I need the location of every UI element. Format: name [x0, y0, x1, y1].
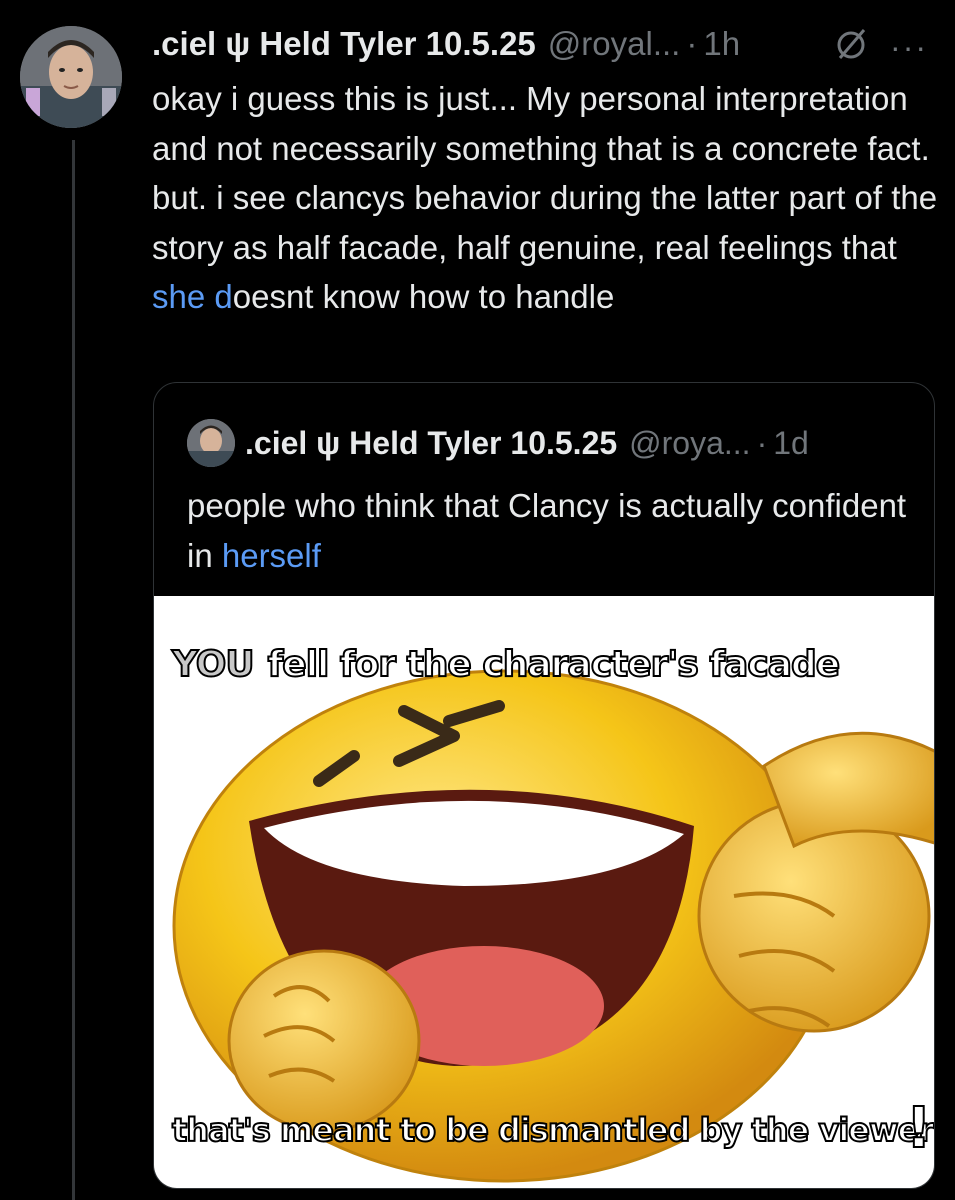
- tweet-text: okay i guess this is just... My personal…: [152, 74, 942, 322]
- quoted-timestamp[interactable]: 1d: [773, 425, 809, 462]
- handle[interactable]: @royal...: [548, 25, 681, 63]
- tweet-text-main: okay i guess this is just... My personal…: [152, 80, 938, 266]
- quoted-separator: ·: [756, 424, 768, 461]
- separator: ·: [686, 25, 698, 62]
- more-icon[interactable]: ···: [890, 29, 928, 66]
- quoted-handle[interactable]: @roya...: [629, 425, 750, 462]
- tweet-text-highlight: she d: [152, 278, 233, 315]
- display-name[interactable]: .ciel ψ Held Tyler 10.5.25: [152, 25, 536, 63]
- meme-caption-main: fell for the character's facade: [267, 643, 842, 686]
- quoted-text: people who think that Clancy is actually…: [187, 481, 907, 581]
- avatar[interactable]: [20, 26, 122, 128]
- thread-line: [72, 140, 75, 1200]
- meme-image[interactable]: YOU fell for the character's facade that'…: [154, 596, 934, 1188]
- meme-bottom-caption: that's meant to be dismantled by the vie…: [171, 1110, 934, 1150]
- tweet-header: .ciel ψ Held Tyler 10.5.25 @royal... · 1…: [152, 24, 942, 66]
- quoted-text-highlight: herself: [221, 537, 321, 574]
- circle-slash-icon[interactable]: [834, 26, 868, 68]
- quoted-header: .ciel ψ Held Tyler 10.5.25 @roya... · 1d: [187, 419, 809, 467]
- quoted-tweet[interactable]: .ciel ψ Held Tyler 10.5.25 @roya... · 1d…: [153, 382, 935, 1189]
- meme-top-caption: YOU fell for the character's facade: [171, 643, 842, 686]
- timestamp[interactable]: 1h: [703, 25, 740, 63]
- meme-exclamation: !: [905, 1095, 932, 1162]
- tweet-text-end: oesnt know how to handle: [232, 278, 615, 315]
- quoted-display-name[interactable]: .ciel ψ Held Tyler 10.5.25: [245, 425, 617, 462]
- quoted-avatar: [187, 419, 235, 467]
- meme-caption-you: YOU: [171, 643, 256, 686]
